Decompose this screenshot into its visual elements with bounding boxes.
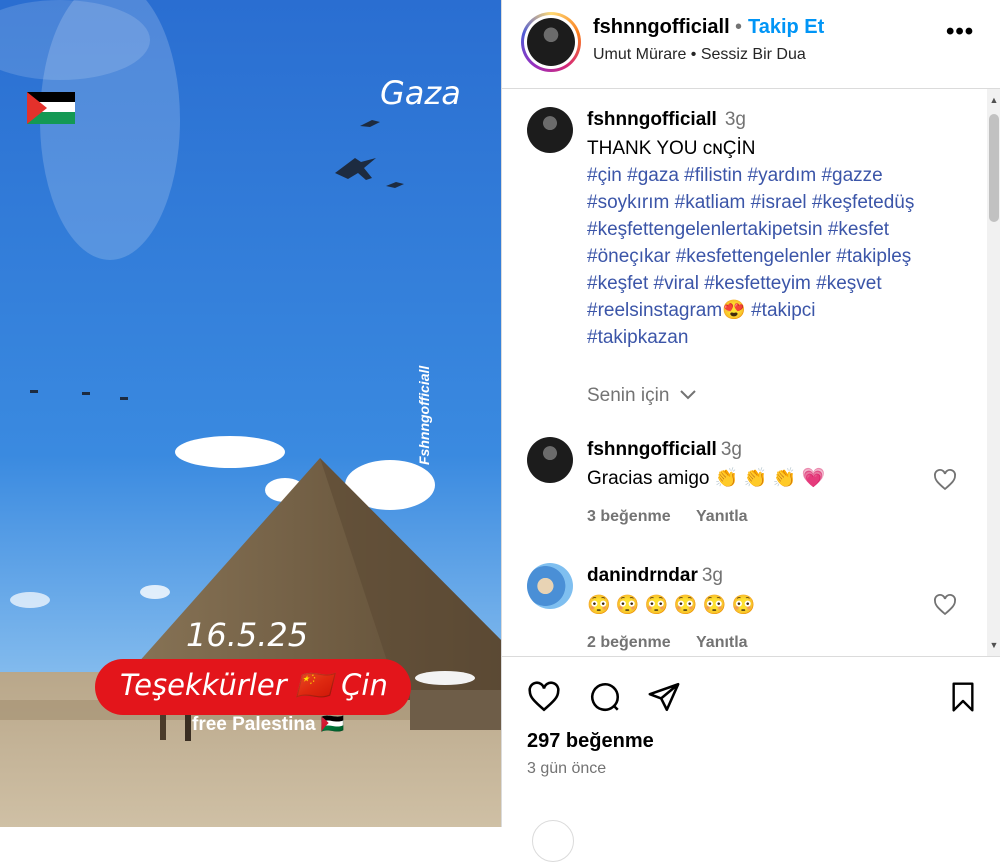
thanks-banner-text: Teşekkürler 🇨🇳 Çin — [120, 668, 388, 702]
comment-text: Gracias amigo 👏 👏 👏 💗 — [587, 468, 826, 489]
reply-button[interactable]: Yanıtla — [696, 508, 748, 526]
comment-header: fshnngofficiall 3g — [587, 439, 742, 461]
story-avatar[interactable] — [521, 12, 581, 72]
watermark-text: Fshnngofficiall — [416, 365, 432, 465]
for-you-toggle[interactable]: Senin için — [587, 385, 697, 407]
like-heart-icon[interactable] — [527, 680, 561, 714]
header-dot: • — [735, 16, 743, 38]
hashtag-block: #çin #gaza #filistin #yardım #gazze #soy… — [587, 162, 987, 351]
comment-text: 😳 😳 😳 😳 😳 😳 — [587, 595, 756, 616]
post-header: fshnngofficiall • Takip Et Umut Mürare •… — [502, 0, 1000, 89]
palestine-flag-icon — [27, 92, 75, 124]
save-bookmark-icon[interactable] — [947, 680, 979, 714]
hashtag-line[interactable]: #takipkazan — [587, 324, 987, 351]
header-username[interactable]: fshnngofficiall — [593, 16, 730, 39]
scroll-down-arrow-icon[interactable]: ▼ — [987, 638, 1000, 652]
comment-bubble-icon[interactable] — [588, 680, 622, 714]
reel-media[interactable]: Gaza Fshnngofficiall 16.5.25 Teşekkürler… — [0, 0, 501, 827]
avatar[interactable] — [527, 563, 573, 609]
avatar[interactable] — [527, 437, 573, 483]
hashtag-line[interactable]: #öneçıkar #kesfettengelenler #takipleş — [587, 243, 987, 270]
post-details-panel: fshnngofficiall • Takip Et Umut Mürare •… — [501, 0, 1000, 862]
avatar — [532, 820, 574, 862]
hashtag-line[interactable]: #soykırım #katliam #israel #keşfetedüş — [587, 189, 987, 216]
caption-text: THANK YOU ᴄɴÇİN — [587, 138, 756, 159]
comment-time[interactable]: 3g — [721, 439, 742, 460]
chevron-down-icon — [679, 390, 696, 400]
follow-button[interactable]: Takip Et — [748, 16, 824, 39]
comment-header: danindrndar 3g — [587, 565, 723, 587]
hashtag-line[interactable]: #keşfettengelenlertakipetsin #kesfet — [587, 216, 987, 243]
scrollbar-thumb[interactable] — [989, 114, 999, 222]
scrollbar[interactable]: ▲ ▼ — [987, 89, 1000, 656]
comment-likes[interactable]: 2 beğenme — [587, 634, 671, 652]
hashtag-line[interactable]: #çin #gaza #filistin #yardım #gazze — [587, 162, 987, 189]
reply-button[interactable]: Yanıtla — [696, 634, 748, 652]
comment-username[interactable]: danindrndar — [587, 565, 698, 586]
more-options-button[interactable]: ••• — [946, 18, 974, 46]
caption-time[interactable]: 3g — [725, 109, 746, 130]
avatar — [527, 18, 575, 66]
caption-header: fshnngofficiall 3g — [587, 109, 746, 131]
comment-time[interactable]: 3g — [702, 565, 723, 586]
avatar[interactable] — [527, 107, 573, 153]
comment-likes[interactable]: 3 beğenme — [587, 508, 671, 526]
audio-track-link[interactable]: Umut Mürare • Sessiz Bir Dua — [593, 46, 806, 64]
post-time[interactable]: 3 gün önce — [527, 760, 606, 778]
free-palestina-text: free Palestina 🇵🇸 — [192, 714, 345, 735]
overlay-date-text: 16.5.25 — [186, 616, 309, 654]
likes-count[interactable]: 297 beğenme — [527, 730, 654, 753]
caption-username[interactable]: fshnngofficiall — [587, 109, 717, 130]
for-you-label: Senin için — [587, 385, 670, 406]
overlay-gaza-text: Gaza — [380, 74, 461, 112]
comment-username[interactable]: fshnngofficiall — [587, 439, 717, 460]
hashtag-line[interactable]: #reelsinstagram😍 #takipci — [587, 297, 987, 324]
scroll-up-arrow-icon[interactable]: ▲ — [987, 93, 1000, 107]
comment-like-heart-icon[interactable] — [933, 593, 957, 617]
share-send-icon[interactable] — [647, 680, 681, 714]
hashtag-line[interactable]: #keşfet #viral #kesfetteyim #keşvet — [587, 270, 987, 297]
comment-like-heart-icon[interactable] — [933, 468, 957, 492]
comments-scroll-area[interactable]: fshnngofficiall 3g THANK YOU ᴄɴÇİN #çin #… — [502, 89, 1000, 656]
